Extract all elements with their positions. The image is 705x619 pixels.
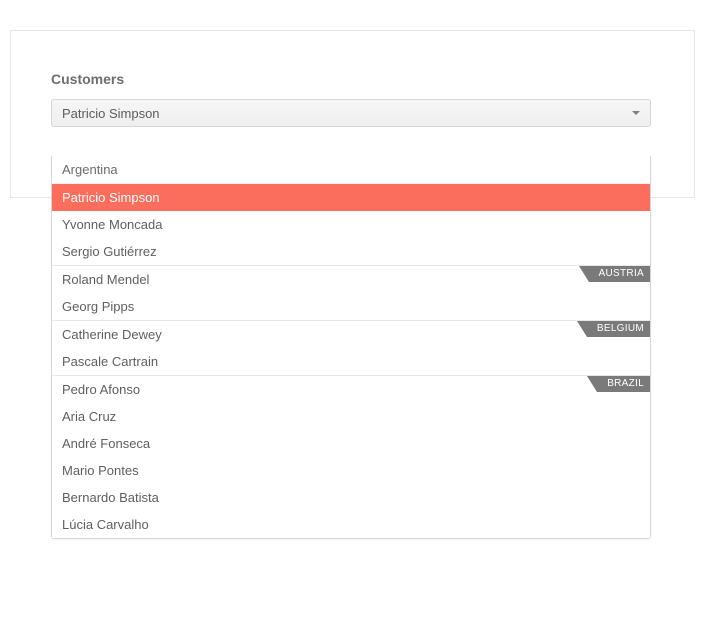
dropdown-group: BRAZILPedro AfonsoAria CruzAndré Fonseca… — [52, 375, 650, 538]
dropdown-option[interactable]: Patricio Simpson — [52, 184, 650, 211]
dropdown-group: AUSTRIARoland MendelGeorg Pipps — [52, 265, 650, 320]
dropdown-option[interactable]: Yvonne Moncada — [52, 211, 650, 238]
dropdown-option[interactable]: Mario Pontes — [52, 457, 650, 484]
dropdown-option[interactable]: Pascale Cartrain — [52, 348, 650, 375]
dropdown-option[interactable]: Roland Mendel — [52, 266, 650, 293]
customer-dropdown[interactable]: Patricio Simpson — [51, 99, 651, 127]
dropdown-option[interactable]: Lúcia Carvalho — [52, 511, 650, 538]
dropdown-option[interactable]: Catherine Dewey — [52, 321, 650, 348]
dropdown-group: ArgentinaPatricio SimpsonYvonne MoncadaS… — [52, 156, 650, 265]
section-label: Customers — [51, 71, 654, 87]
chevron-down-icon — [632, 111, 640, 115]
dropdown-option[interactable]: Sergio Gutiérrez — [52, 238, 650, 265]
dropdown-selected-value: Patricio Simpson — [62, 106, 160, 121]
dropdown-option[interactable]: Georg Pipps — [52, 293, 650, 320]
dropdown-group: BELGIUMCatherine DeweyPascale Cartrain — [52, 320, 650, 375]
dropdown-option[interactable]: André Fonseca — [52, 430, 650, 457]
dropdown-group-tag: AUSTRIA — [589, 266, 650, 282]
dropdown-group-tag: BRAZIL — [597, 376, 650, 392]
dropdown-group-header: Argentina — [52, 156, 650, 184]
dropdown-option[interactable]: Aria Cruz — [52, 403, 650, 430]
dropdown-option[interactable]: Bernardo Batista — [52, 484, 650, 511]
dropdown-option[interactable]: Pedro Afonso — [52, 376, 650, 403]
dropdown-group-tag: BELGIUM — [587, 321, 650, 337]
dropdown-popup[interactable]: ArgentinaPatricio SimpsonYvonne MoncadaS… — [51, 156, 651, 539]
